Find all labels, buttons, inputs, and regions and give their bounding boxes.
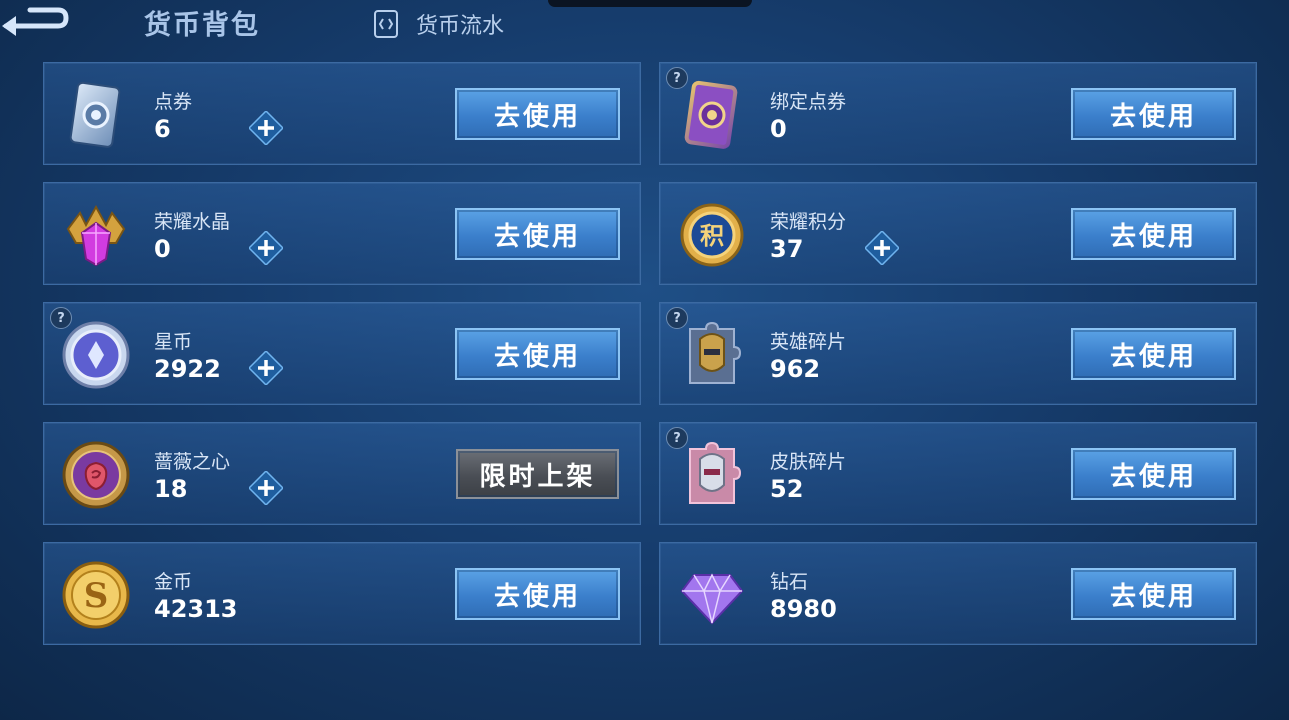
currency-amount: 52 [770, 475, 804, 503]
hero-fragment-icon [676, 319, 748, 391]
use-hero-fragment-button[interactable]: 去使用 [1071, 328, 1236, 380]
svg-text:S: S [84, 576, 109, 616]
currency-card-hero-fragment: ? 英雄碎片 962 去使用 [659, 302, 1257, 405]
currency-card-skin-fragment: ? 皮肤碎片 52 去使用 [659, 422, 1257, 525]
use-skin-fragment-button[interactable]: 去使用 [1071, 448, 1236, 500]
currency-card-bound-voucher: ? 绑定点券 0 去使用 [659, 62, 1257, 165]
currency-amount: 0 [154, 235, 171, 263]
use-glory-crystal-button[interactable]: 去使用 [455, 208, 620, 260]
currency-name: 皮肤碎片 [770, 451, 847, 473]
currency-card-glory-crystal: 荣耀水晶 0 去使用 [43, 182, 641, 285]
currency-card-diamond: 钻石 8980 去使用 [659, 542, 1257, 645]
currency-card-voucher: 点券 6 去使用 [43, 62, 641, 165]
limited-release-button[interactable]: 限时上架 [456, 449, 619, 499]
add-glory-crystal-button[interactable] [247, 229, 285, 267]
use-bound-voucher-button[interactable]: 去使用 [1071, 88, 1236, 140]
currency-card-star-coin: ? 星币 2922 去使用 [43, 302, 641, 405]
glory-crystal-icon [60, 199, 132, 271]
currency-flow-link[interactable]: 货币流水 [372, 8, 504, 40]
currency-card-rose-heart: 蔷薇之心 18 限时上架 [43, 422, 641, 525]
add-voucher-button[interactable] [247, 109, 285, 147]
currency-card-glory-points: 积 荣耀积分 37 去使用 [659, 182, 1257, 285]
gold-coin-icon: S [60, 559, 132, 631]
currency-flow-label: 货币流水 [416, 14, 505, 39]
currency-amount: 0 [770, 115, 787, 143]
page-title: 货币背包 [144, 10, 260, 41]
use-gold-coin-button[interactable]: 去使用 [455, 568, 620, 620]
currency-flow-icon [372, 9, 400, 39]
add-star-coin-button[interactable] [247, 349, 285, 387]
use-star-coin-button[interactable]: 去使用 [455, 328, 620, 380]
svg-text:积: 积 [700, 222, 724, 250]
bound-voucher-icon [676, 79, 748, 151]
currency-card-gold-coin: S 金币 42313 去使用 [43, 542, 641, 645]
currency-amount: 8980 [770, 595, 837, 623]
currency-name: 钻石 [770, 571, 809, 593]
skin-fragment-icon [676, 439, 748, 511]
currency-name: 星币 [154, 331, 193, 353]
currency-amount: 42313 [154, 595, 238, 623]
plus-icon [863, 229, 901, 267]
rose-heart-icon [60, 439, 132, 511]
use-diamond-button[interactable]: 去使用 [1071, 568, 1236, 620]
glory-points-icon: 积 [676, 199, 748, 271]
plus-icon [247, 109, 285, 147]
currency-name: 点券 [154, 91, 193, 113]
currency-amount: 962 [770, 355, 821, 383]
back-button[interactable] [0, 4, 70, 38]
header: 货币背包 货币流水 [0, 0, 1289, 56]
use-voucher-button[interactable]: 去使用 [455, 88, 620, 140]
add-rose-heart-button[interactable] [247, 469, 285, 507]
currency-name: 绑定点券 [770, 91, 847, 113]
add-glory-points-button[interactable] [863, 229, 901, 267]
currency-amount: 37 [770, 235, 804, 263]
use-glory-points-button[interactable]: 去使用 [1071, 208, 1236, 260]
voucher-icon [60, 79, 132, 151]
diamond-icon [676, 559, 748, 631]
currency-name: 荣耀积分 [770, 211, 847, 233]
plus-icon [247, 349, 285, 387]
currency-name: 金币 [154, 571, 193, 593]
star-coin-icon [60, 319, 132, 391]
plus-icon [247, 229, 285, 267]
currency-amount: 6 [154, 115, 171, 143]
currency-name: 蔷薇之心 [154, 451, 231, 473]
currency-name: 荣耀水晶 [154, 211, 231, 233]
currency-name: 英雄碎片 [770, 331, 847, 353]
back-arrow-icon [2, 7, 69, 36]
plus-icon [247, 469, 285, 507]
currency-amount: 2922 [154, 355, 221, 383]
currency-amount: 18 [154, 475, 188, 503]
